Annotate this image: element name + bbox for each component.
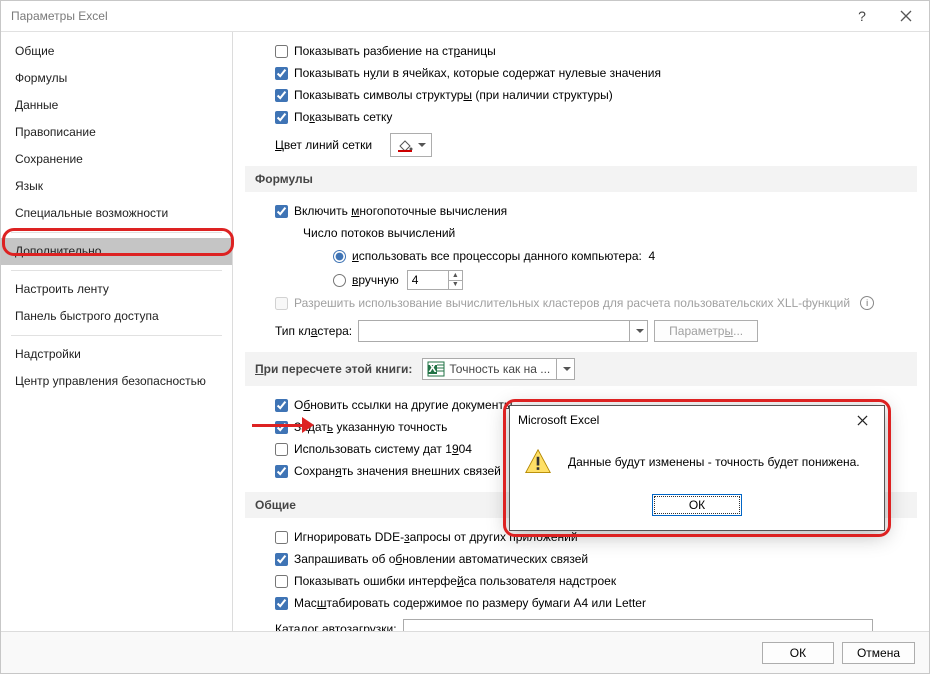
cb-save-external-links[interactable]: Сохранять значения внешних связей (275, 464, 501, 478)
options-scrollpane[interactable]: Показывать разбиение на страницы Показыв… (233, 32, 929, 631)
sidebar-item-general[interactable]: Общие (1, 38, 232, 65)
cancel-button[interactable]: Отмена (842, 642, 915, 664)
threads-count-label: Число потоков вычислений (303, 226, 455, 240)
message-box: Microsoft Excel Данные будут изменены - … (509, 405, 885, 531)
sidebar-item-accessibility[interactable]: Специальные возможности (1, 200, 232, 227)
startup-folder-label: Каталог автозагрузки: (275, 622, 397, 631)
sidebar-item-data[interactable]: Данные (1, 92, 232, 119)
sidebar-item-language[interactable]: Язык (1, 173, 232, 200)
cluster-type-label: Тип кластера: (275, 324, 352, 338)
threads-spinner[interactable]: ▲▼ (407, 270, 463, 290)
sidebar-item-trust-center[interactable]: Центр управления безопасностью (1, 368, 232, 395)
divider (11, 270, 222, 271)
cb-xll-clusters: Разрешить использование вычислительных к… (275, 296, 850, 310)
cb-scale-content[interactable]: Масштабировать содержимое по размеру бум… (275, 596, 646, 610)
dialog-title: Microsoft Excel (518, 413, 599, 427)
cb-ask-update-links[interactable]: Запрашивать об обновлении автоматических… (275, 552, 588, 566)
dialog-close-button[interactable] (842, 407, 882, 433)
divider (11, 232, 222, 233)
cluster-params-button: Параметры... (654, 320, 758, 342)
divider (11, 335, 222, 336)
recalc-workbook-select[interactable]: X Точность как на ... (422, 358, 575, 380)
sidebar-item-quick-access[interactable]: Панель быстрого доступа (1, 303, 232, 330)
ok-button[interactable]: ОК (762, 642, 834, 664)
help-button[interactable]: ? (840, 1, 884, 31)
section-recalc: При пересчете этой книги: X Точность как… (245, 352, 917, 386)
cb-show-addin-errors[interactable]: Показывать ошибки интерфейса пользовател… (275, 574, 616, 588)
cb-ignore-dde[interactable]: Игнорировать DDE-запросы от других прило… (275, 530, 578, 544)
radio-all-processors[interactable]: использовать все процессоры данного комп… (333, 249, 655, 263)
sidebar-item-advanced[interactable]: Дополнительно (1, 238, 232, 265)
cb-page-breaks[interactable]: Показывать разбиение на страницы (275, 44, 496, 58)
window-title: Параметры Excel (11, 9, 108, 23)
gridline-color-label: Цвет линий сетки (275, 138, 372, 152)
close-button[interactable] (884, 1, 928, 31)
cb-precision-as-displayed[interactable]: Задать указанную точность (275, 420, 447, 434)
cb-outline-symbols[interactable]: Показывать символы структуры (при наличи… (275, 88, 613, 102)
cb-1904-date[interactable]: Использовать систему дат 1904 (275, 442, 472, 456)
gridline-color-picker[interactable] (390, 133, 432, 157)
radio-manual-threads[interactable]: вручную (333, 273, 399, 287)
section-formulas: Формулы (245, 166, 917, 192)
sidebar-item-proofing[interactable]: Правописание (1, 119, 232, 146)
sidebar-item-addins[interactable]: Надстройки (1, 341, 232, 368)
cluster-type-select[interactable] (358, 320, 648, 342)
cb-gridlines[interactable]: Показывать сетку (275, 110, 392, 124)
cb-show-zeros[interactable]: Показывать нули в ячейках, которые содер… (275, 66, 661, 80)
dialog-ok-button[interactable]: ОК (652, 494, 742, 516)
cb-update-links[interactable]: Обновить ссылки на другие документы (275, 398, 512, 412)
startup-folder-input[interactable] (403, 619, 873, 631)
dialog-message: Данные будут изменены - точность будет п… (568, 455, 860, 469)
sidebar: Общие Формулы Данные Правописание Сохран… (1, 32, 233, 631)
warning-icon (524, 448, 552, 476)
info-icon[interactable]: i (860, 296, 874, 310)
svg-text:X: X (429, 361, 437, 375)
sidebar-item-customize-ribbon[interactable]: Настроить ленту (1, 276, 232, 303)
sidebar-item-save[interactable]: Сохранение (1, 146, 232, 173)
cb-multithread[interactable]: Включить многопоточные вычисления (275, 204, 507, 218)
sidebar-item-formulas[interactable]: Формулы (1, 65, 232, 92)
